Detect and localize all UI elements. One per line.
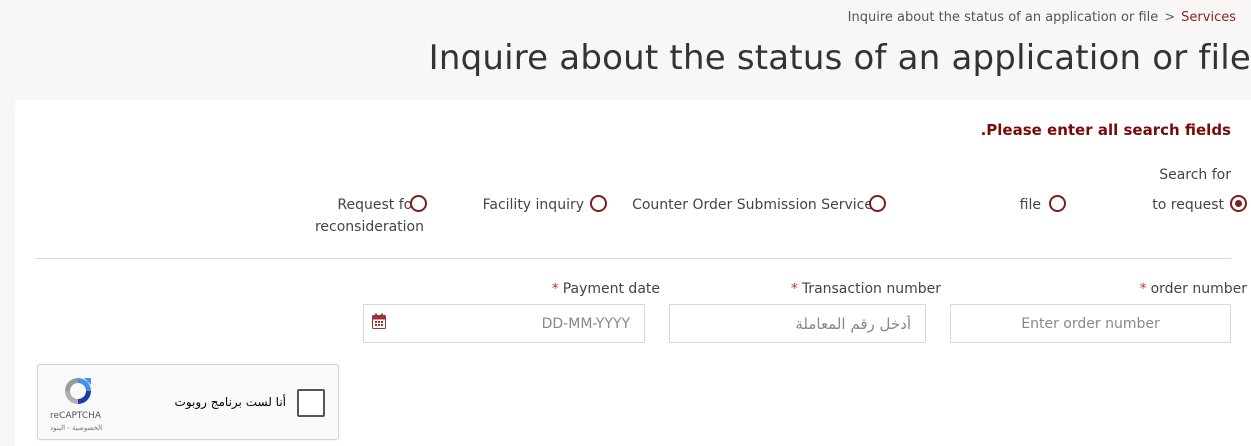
- radio-label-line2: reconsideration: [314, 219, 424, 235]
- radio-label: Facility inquiry: [482, 197, 584, 213]
- divider: [35, 258, 1231, 259]
- radio-label: file: [1019, 197, 1041, 213]
- chevron-right-icon: >: [1164, 10, 1176, 25]
- payment-date-label-text: Payment date: [562, 281, 660, 297]
- radio-label: Counter Order Submission Service: [632, 197, 873, 213]
- recaptcha-logo-icon: [65, 378, 91, 404]
- recaptcha-widget: reCAPTCHA الخصوصية - البنود أنا لست برنا…: [37, 364, 339, 440]
- transaction-number-label-text: Transaction number: [801, 281, 941, 297]
- search-for-label: Search for: [1159, 167, 1231, 183]
- checkbox-icon[interactable]: [297, 389, 325, 417]
- radio-icon[interactable]: [1230, 195, 1247, 212]
- required-marker: *: [790, 281, 798, 297]
- radio-label: to request: [1152, 197, 1224, 213]
- radio-label-line1: Request for: [337, 197, 418, 213]
- transaction-number-input[interactable]: [669, 304, 926, 343]
- calendar-icon[interactable]: [372, 313, 386, 329]
- page-title: Inquire about the status of an applicati…: [428, 38, 1251, 78]
- breadcrumb-link-services[interactable]: Services: [1181, 10, 1236, 25]
- payment-date-label: * Payment date: [552, 281, 660, 297]
- radio-icon[interactable]: [410, 195, 427, 212]
- radio-icon[interactable]: [590, 195, 607, 212]
- required-marker: *: [551, 281, 559, 297]
- radio-option-facility-inquiry[interactable]: Facility inquiry: [483, 194, 607, 216]
- radio-label: Request for reconsideration: [315, 194, 424, 238]
- breadcrumb: Inquire about the status of an applicati…: [848, 10, 1236, 25]
- transaction-number-label: * Transaction number: [791, 281, 941, 297]
- radio-icon[interactable]: [869, 195, 886, 212]
- breadcrumb-current: Inquire about the status of an applicati…: [847, 10, 1159, 25]
- radio-option-counter-order[interactable]: Counter Order Submission Service: [632, 194, 886, 216]
- radio-option-to-request[interactable]: to request: [1152, 194, 1247, 216]
- recaptcha-brand: reCAPTCHA: [50, 411, 102, 421]
- form-alert-message: .Please enter all search fields: [980, 121, 1231, 139]
- payment-date-input[interactable]: [363, 304, 645, 343]
- order-number-label: * order number: [1140, 281, 1247, 297]
- search-form-card: .Please enter all search fields Search f…: [15, 100, 1251, 446]
- recaptcha-label: أنا لست برنامج روبوت: [174, 395, 286, 409]
- required-marker: *: [1139, 281, 1147, 297]
- radio-option-reconsideration[interactable]: Request for reconsideration: [315, 194, 427, 238]
- radio-option-file[interactable]: file: [1020, 194, 1066, 216]
- recaptcha-privacy-terms[interactable]: الخصوصية - البنود: [50, 424, 102, 432]
- radio-icon[interactable]: [1049, 195, 1066, 212]
- order-number-label-text: order number: [1150, 281, 1247, 297]
- order-number-input[interactable]: [950, 304, 1231, 343]
